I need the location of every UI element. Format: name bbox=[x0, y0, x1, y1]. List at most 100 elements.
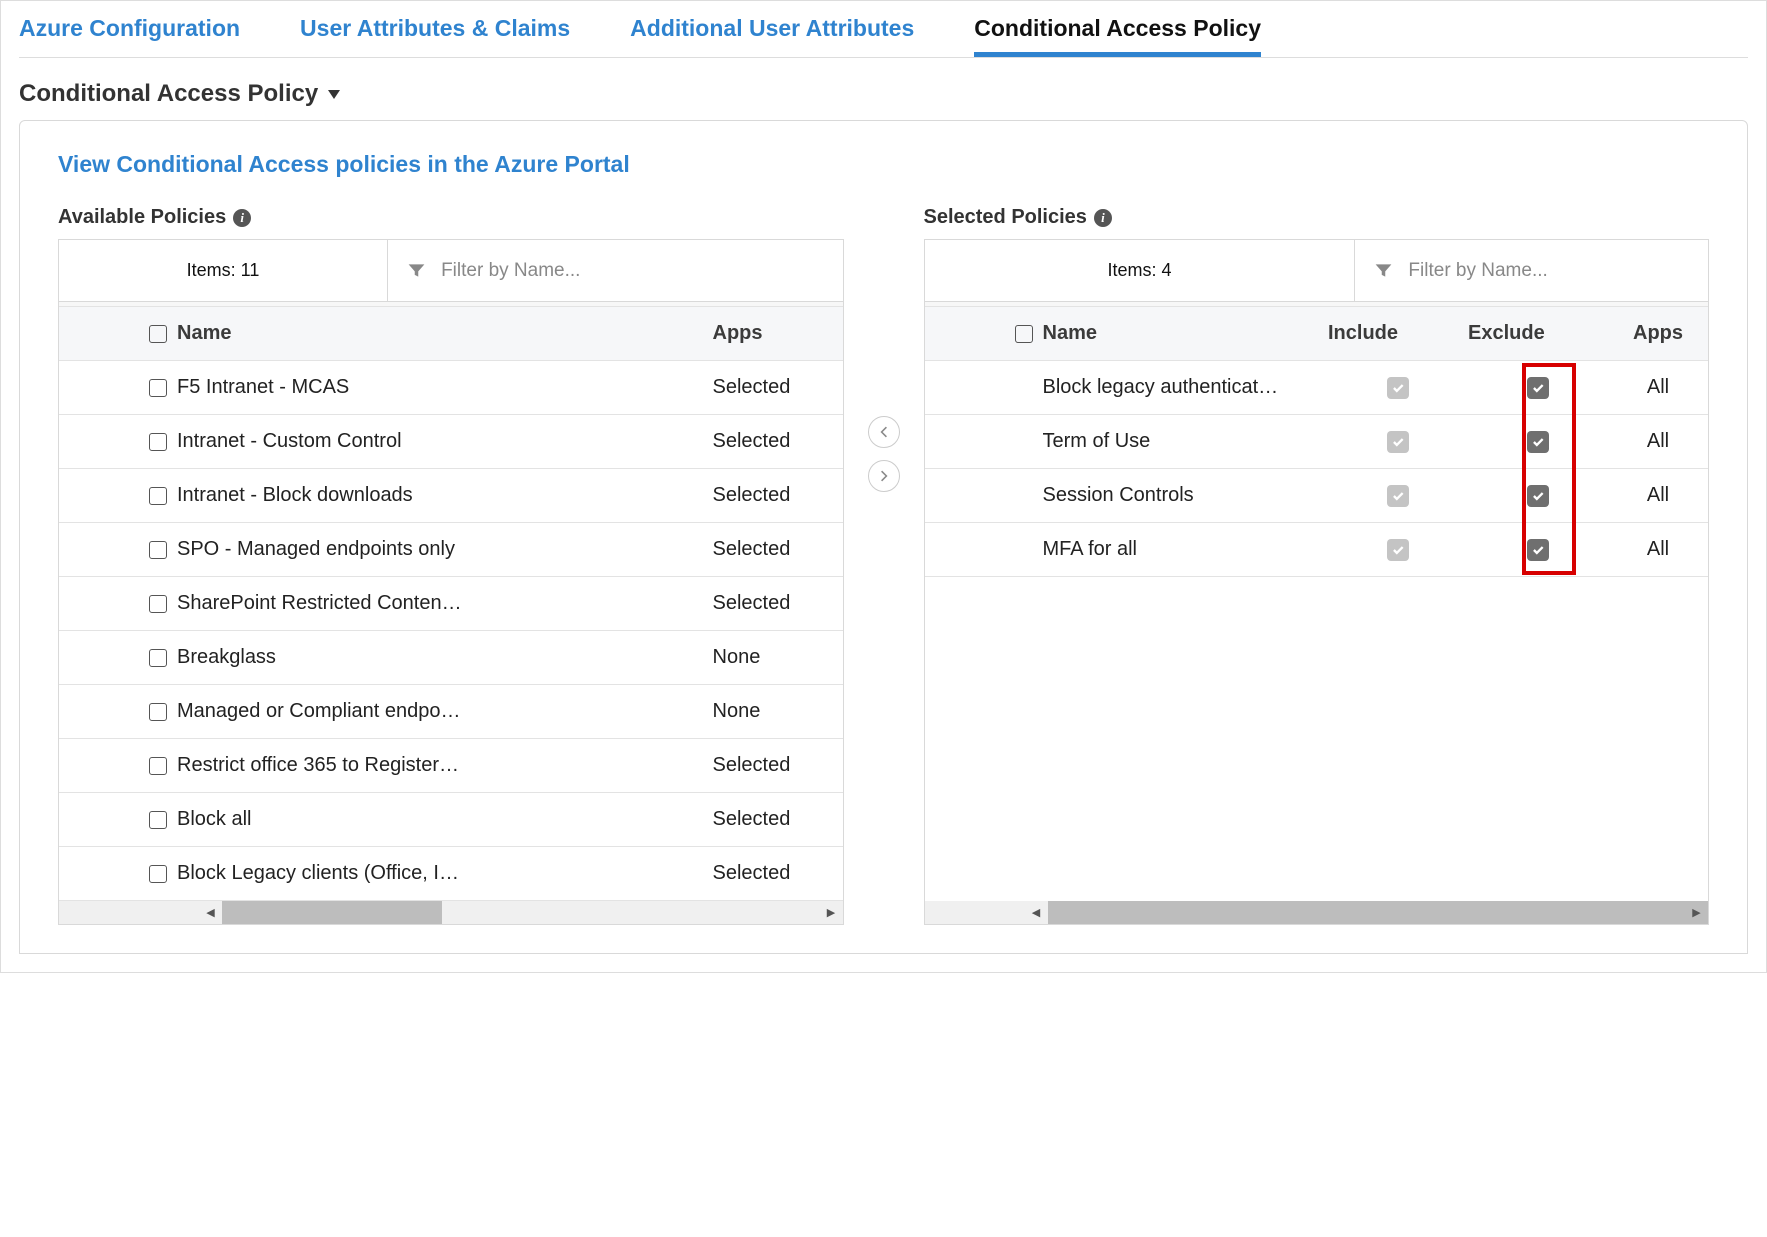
exclude-checkbox[interactable] bbox=[1527, 485, 1549, 507]
row-checkbox[interactable] bbox=[149, 433, 167, 451]
row-checkbox[interactable] bbox=[149, 379, 167, 397]
table-row[interactable]: MFA for all All bbox=[925, 523, 1709, 577]
chevron-left-icon bbox=[878, 426, 890, 438]
table-row[interactable]: Block allSelected bbox=[59, 793, 843, 847]
scroll-right-icon[interactable]: ▶ bbox=[1685, 901, 1708, 924]
policy-name: Restrict office 365 to Register… bbox=[177, 754, 713, 777]
selected-horizontal-scrollbar[interactable]: ◀ ▶ bbox=[925, 901, 1709, 924]
available-filter-input[interactable] bbox=[441, 260, 824, 282]
scroll-right-icon[interactable]: ▶ bbox=[820, 901, 843, 924]
tab-azure-configuration[interactable]: Azure Configuration bbox=[19, 11, 240, 57]
policy-apps: Selected bbox=[713, 484, 843, 507]
table-row[interactable]: F5 Intranet - MCASSelected bbox=[59, 361, 843, 415]
available-horizontal-scrollbar[interactable]: ◀ ▶ bbox=[59, 901, 843, 924]
tab-user-attributes-claims[interactable]: User Attributes & Claims bbox=[300, 11, 570, 57]
policy-apps: Selected bbox=[713, 430, 843, 453]
scroll-left-icon[interactable]: ◀ bbox=[1025, 901, 1048, 924]
include-checkbox[interactable] bbox=[1387, 539, 1409, 561]
selected-filter-input[interactable] bbox=[1408, 260, 1690, 282]
available-policies-title: Available Policies bbox=[58, 206, 226, 229]
tab-conditional-access-policy[interactable]: Conditional Access Policy bbox=[974, 11, 1261, 57]
table-row[interactable]: Block legacy authenticat… All bbox=[925, 361, 1709, 415]
available-header-name[interactable]: Name bbox=[177, 322, 713, 345]
policy-apps: All bbox=[1608, 376, 1708, 399]
policy-name: SPO - Managed endpoints only bbox=[177, 538, 713, 561]
table-row[interactable]: Intranet - Custom ControlSelected bbox=[59, 415, 843, 469]
policy-apps: Selected bbox=[713, 376, 843, 399]
table-row[interactable]: SPO - Managed endpoints onlySelected bbox=[59, 523, 843, 577]
selected-header-exclude[interactable]: Exclude bbox=[1468, 322, 1608, 345]
row-checkbox[interactable] bbox=[149, 865, 167, 883]
transfer-controls bbox=[862, 206, 906, 492]
policy-name: Term of Use bbox=[1043, 430, 1329, 453]
table-row[interactable]: Session Controls All bbox=[925, 469, 1709, 523]
row-checkbox[interactable] bbox=[149, 703, 167, 721]
selected-header-name[interactable]: Name bbox=[1043, 322, 1329, 345]
policy-apps: All bbox=[1608, 484, 1708, 507]
policy-name: Intranet - Custom Control bbox=[177, 430, 713, 453]
selected-rows-area: Block legacy authenticat… All Term of Use A… bbox=[925, 361, 1709, 901]
available-header-apps[interactable]: Apps bbox=[713, 322, 843, 345]
table-row[interactable]: Block Legacy clients (Office, I…Selected bbox=[59, 847, 843, 901]
policy-apps: All bbox=[1608, 430, 1708, 453]
row-checkbox[interactable] bbox=[149, 811, 167, 829]
filter-icon bbox=[1373, 260, 1394, 281]
tab-bar: Azure Configuration User Attributes & Cl… bbox=[19, 1, 1748, 58]
available-policies-column: Available Policies i Items: 11 bbox=[58, 206, 844, 925]
selected-header-include[interactable]: Include bbox=[1328, 322, 1468, 345]
selected-select-all-checkbox[interactable] bbox=[1015, 325, 1033, 343]
selected-policies-column: Selected Policies i Items: 4 bbox=[924, 206, 1710, 925]
include-checkbox[interactable] bbox=[1387, 431, 1409, 453]
table-row[interactable]: SharePoint Restricted Conten…Selected bbox=[59, 577, 843, 631]
info-icon[interactable]: i bbox=[1094, 209, 1112, 227]
info-icon[interactable]: i bbox=[233, 209, 251, 227]
exclude-checkbox[interactable] bbox=[1527, 539, 1549, 561]
section-title: Conditional Access Policy bbox=[19, 80, 318, 108]
policy-name: Managed or Compliant endpo… bbox=[177, 700, 713, 723]
selected-policies-title: Selected Policies bbox=[924, 206, 1087, 229]
row-checkbox[interactable] bbox=[149, 487, 167, 505]
policy-name: Breakglass bbox=[177, 646, 713, 669]
policy-name: Block all bbox=[177, 808, 713, 831]
available-rows-scroll[interactable]: F5 Intranet - MCASSelectedIntranet - Cus… bbox=[59, 361, 843, 901]
table-row[interactable]: Intranet - Block downloadsSelected bbox=[59, 469, 843, 523]
include-checkbox[interactable] bbox=[1387, 377, 1409, 399]
policy-apps: Selected bbox=[713, 808, 843, 831]
available-select-all-checkbox[interactable] bbox=[149, 325, 167, 343]
chevron-down-icon bbox=[328, 90, 340, 99]
row-checkbox[interactable] bbox=[149, 757, 167, 775]
move-right-button[interactable] bbox=[868, 460, 900, 492]
selected-items-count: Items: 4 bbox=[925, 240, 1356, 301]
row-checkbox[interactable] bbox=[149, 649, 167, 667]
policy-name: MFA for all bbox=[1043, 538, 1329, 561]
policy-name: Session Controls bbox=[1043, 484, 1329, 507]
table-row[interactable]: Term of Use All bbox=[925, 415, 1709, 469]
filter-icon bbox=[406, 260, 427, 281]
policy-apps: None bbox=[713, 646, 843, 669]
table-row[interactable]: Restrict office 365 to Register…Selected bbox=[59, 739, 843, 793]
row-checkbox[interactable] bbox=[149, 595, 167, 613]
policy-name: Block Legacy clients (Office, I… bbox=[177, 862, 713, 885]
tab-additional-user-attributes[interactable]: Additional User Attributes bbox=[630, 11, 914, 57]
policy-name: SharePoint Restricted Conten… bbox=[177, 592, 713, 615]
policy-name: Intranet - Block downloads bbox=[177, 484, 713, 507]
policy-name: F5 Intranet - MCAS bbox=[177, 376, 713, 399]
table-row[interactable]: Managed or Compliant endpo…None bbox=[59, 685, 843, 739]
table-row[interactable]: BreakglassNone bbox=[59, 631, 843, 685]
policy-apps: Selected bbox=[713, 862, 843, 885]
section-title-dropdown[interactable]: Conditional Access Policy bbox=[19, 58, 1748, 120]
selected-header-apps[interactable]: Apps bbox=[1608, 322, 1708, 345]
policy-apps: All bbox=[1608, 538, 1708, 561]
policy-apps: Selected bbox=[713, 754, 843, 777]
exclude-checkbox[interactable] bbox=[1527, 431, 1549, 453]
row-checkbox[interactable] bbox=[149, 541, 167, 559]
policy-apps: None bbox=[713, 700, 843, 723]
include-checkbox[interactable] bbox=[1387, 485, 1409, 507]
move-left-button[interactable] bbox=[868, 416, 900, 448]
view-portal-link[interactable]: View Conditional Access policies in the … bbox=[58, 151, 630, 178]
policy-name: Block legacy authenticat… bbox=[1043, 376, 1329, 399]
exclude-checkbox[interactable] bbox=[1527, 377, 1549, 399]
scroll-left-icon[interactable]: ◀ bbox=[199, 901, 222, 924]
available-items-count: Items: 11 bbox=[59, 240, 388, 301]
policy-apps: Selected bbox=[713, 592, 843, 615]
